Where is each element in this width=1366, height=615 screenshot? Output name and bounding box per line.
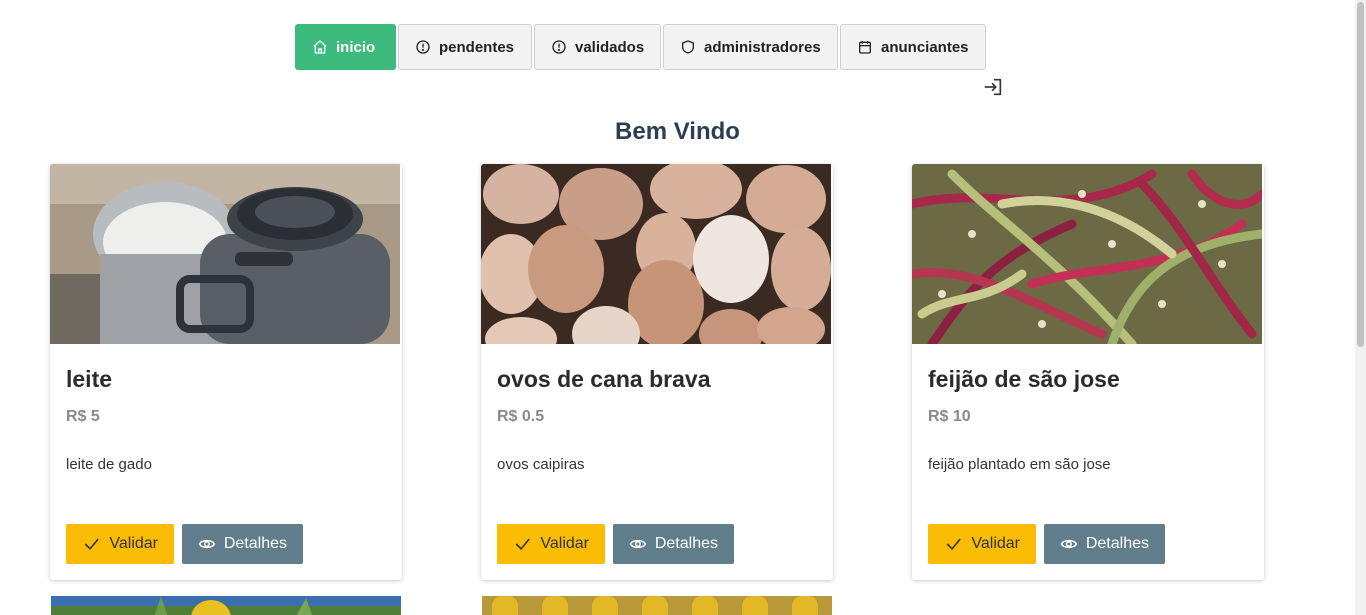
product-image-corn <box>51 596 401 615</box>
tab-pendentes[interactable]: pendentes <box>398 24 532 70</box>
product-price: R$ 5 <box>66 408 100 425</box>
validate-button-label: Validar <box>540 535 589 552</box>
product-name: ovos de cana brava <box>497 366 711 392</box>
alert-circle-icon <box>416 40 430 54</box>
validate-button[interactable]: Validar <box>928 524 1036 564</box>
page-scrollbar[interactable] <box>1355 0 1366 615</box>
product-description: ovos caipiras <box>497 456 585 473</box>
scrollbar-thumb[interactable] <box>1357 2 1364 347</box>
details-button-label: Detalhes <box>1085 535 1149 552</box>
product-description: feijão plantado em são jose <box>928 456 1111 473</box>
tab-pendentes-label: pendentes <box>439 38 515 56</box>
tab-validados-label: validados <box>575 38 645 56</box>
main-nav-tabs: inicio pendentes validados administrador… <box>295 24 986 70</box>
check-icon <box>515 538 530 551</box>
validate-button[interactable]: Validar <box>66 524 174 564</box>
details-button[interactable]: Detalhes <box>182 524 303 564</box>
product-image-corn <box>482 596 832 615</box>
product-price: R$ 0.5 <box>497 408 545 425</box>
check-icon <box>946 538 961 551</box>
product-name: feijão de são jose <box>928 366 1120 392</box>
details-button-label: Detalhes <box>654 535 718 552</box>
tab-inicio-label: inicio <box>336 38 376 56</box>
validate-button-label: Validar <box>971 535 1020 552</box>
product-card: leite R$ 5 leite de gado Validar Detalhe… <box>50 164 402 580</box>
validate-button-label: Validar <box>109 535 158 552</box>
page-title: Bem Vindo <box>615 118 740 145</box>
product-image-eggs <box>481 164 831 344</box>
tab-anunciantes-label: anunciantes <box>881 38 969 56</box>
calendar-icon <box>859 41 871 54</box>
product-image-milk <box>50 164 400 344</box>
validate-button[interactable]: Validar <box>497 524 605 564</box>
tab-administradores[interactable]: administradores <box>663 24 838 70</box>
product-card: ovos de cana brava R$ 0.5 ovos caipiras … <box>481 164 833 580</box>
check-icon <box>84 538 99 551</box>
product-card: feijão de são jose R$ 10 feijão plantado… <box>912 164 1264 580</box>
tab-anunciantes[interactable]: anunciantes <box>840 24 986 70</box>
product-image-beans <box>912 164 1262 344</box>
details-button[interactable]: Detalhes <box>613 524 734 564</box>
logout-icon[interactable] <box>982 76 1004 98</box>
tab-inicio[interactable]: inicio <box>295 24 396 70</box>
home-icon <box>313 40 327 54</box>
eye-icon <box>198 539 216 549</box>
eye-icon <box>629 539 647 549</box>
tab-administradores-label: administradores <box>704 38 821 56</box>
shield-icon <box>682 40 694 54</box>
alert-circle-icon <box>552 40 566 54</box>
product-description: leite de gado <box>66 456 152 473</box>
product-price: R$ 10 <box>928 408 971 425</box>
details-button-label: Detalhes <box>223 535 287 552</box>
tab-validados[interactable]: validados <box>534 24 661 70</box>
eye-icon <box>1060 539 1078 549</box>
product-name: leite <box>66 366 113 392</box>
details-button[interactable]: Detalhes <box>1044 524 1165 564</box>
